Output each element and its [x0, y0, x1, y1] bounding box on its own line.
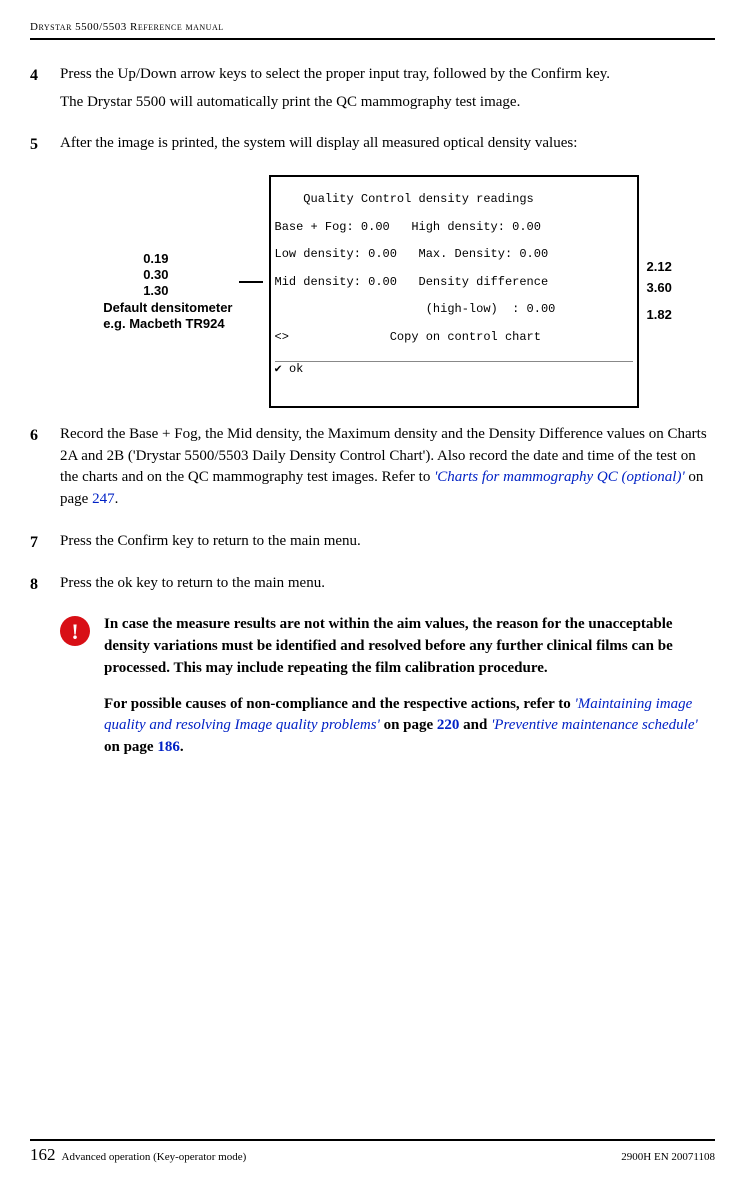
step-text: After the image is printed, the system w… [60, 133, 715, 155]
step-number: 5 [30, 133, 60, 161]
text-run: on page [380, 717, 437, 733]
text-run: on page [104, 739, 157, 755]
right-annotation: 2.12 3.60 1.82 [647, 257, 672, 325]
left-annotation: 0.19 0.30 1.30 Default densitometer e.g.… [103, 251, 232, 332]
page-ref-link[interactable]: 247 [92, 491, 115, 507]
warning-paragraph: For possible causes of non-compliance an… [104, 694, 715, 759]
lcd-row: Mid density: 0.00 Density difference [275, 276, 633, 290]
step-text: Press the ok key to return to the main m… [60, 573, 715, 595]
step-7: 7 Press the Confirm key to return to the… [30, 531, 715, 559]
step-text: Press the Confirm key to return to the m… [60, 531, 715, 553]
footer-right-text: 2900H EN 20071108 [621, 1150, 715, 1166]
annot-label: Default densitometer [103, 300, 232, 316]
warning-paragraph: In case the measure results are not with… [104, 614, 715, 679]
annot-value: 1.82 [647, 305, 672, 326]
lcd-row: <> Copy on control chart [275, 331, 633, 345]
step-8: 8 Press the ok key to return to the main… [30, 573, 715, 601]
header-rule [30, 38, 715, 40]
warning-block: ! In case the measure results are not wi… [60, 614, 715, 759]
warning-icon: ! [60, 616, 90, 646]
step-6: 6 Record the Base + Fog, the Mid density… [30, 424, 715, 517]
lcd-row: Low density: 0.00 Max. Density: 0.00 [275, 248, 633, 262]
annot-value: 0.30 [143, 267, 232, 283]
step-number: 6 [30, 424, 60, 517]
step-5: 5 After the image is printed, the system… [30, 133, 715, 161]
step-body: Record the Base + Fog, the Mid density, … [60, 424, 715, 517]
step-number: 7 [30, 531, 60, 559]
page-footer: 162 Advanced operation (Key-operator mod… [30, 1139, 715, 1168]
leader-line-icon [239, 281, 263, 283]
lcd-title: Quality Control density readings [275, 193, 633, 207]
warning-text: In case the measure results are not with… [104, 614, 715, 759]
text-run: For possible causes of non-compliance an… [104, 696, 575, 712]
annot-value: 3.60 [647, 278, 672, 299]
step-body: Press the ok key to return to the main m… [60, 573, 715, 601]
lcd-ok-label: ok [289, 362, 303, 376]
annot-label: e.g. Macbeth TR924 [103, 316, 232, 332]
cross-ref-link[interactable]: 'Preventive maintenance schedule' [491, 717, 698, 733]
page-ref-link[interactable]: 220 [437, 717, 460, 733]
lcd-figure: 0.19 0.30 1.30 Default densitometer e.g.… [60, 175, 715, 408]
annot-value: 2.12 [647, 257, 672, 278]
step-4: 4 Press the Up/Down arrow keys to select… [30, 64, 715, 120]
step-body: Press the Up/Down arrow keys to select t… [60, 64, 715, 120]
lcd-row: (high-low) : 0.00 [275, 303, 633, 317]
page-ref-link[interactable]: 186 [157, 739, 180, 755]
step-text: Record the Base + Fog, the Mid density, … [60, 424, 715, 511]
footer-rule [30, 1139, 715, 1141]
check-icon: ✔ [275, 363, 282, 377]
lcd-row: Base + Fog: 0.00 High density: 0.00 [275, 221, 633, 235]
step-text: Press the Up/Down arrow keys to select t… [60, 64, 715, 86]
running-header: Drystar 5500/5503 Reference manual [30, 20, 715, 38]
lcd-ok-row: ✔ ok [275, 361, 633, 377]
step-number: 4 [30, 64, 60, 120]
footer-left-text: Advanced operation (Key-operator mode) [62, 1150, 622, 1166]
step-body: After the image is printed, the system w… [60, 133, 715, 161]
text-run: . [180, 739, 184, 755]
annot-value: 0.19 [143, 251, 232, 267]
step-body: Press the Confirm key to return to the m… [60, 531, 715, 559]
text-run: . [115, 491, 119, 507]
page-number: 162 [30, 1143, 56, 1168]
annot-value: 1.30 [143, 283, 232, 299]
cross-ref-link[interactable]: 'Charts for mammography QC (optional)' [434, 469, 685, 485]
lcd-screen: Quality Control density readings Base + … [269, 175, 639, 408]
text-run: and [459, 717, 491, 733]
step-number: 8 [30, 573, 60, 601]
step-subtext: The Drystar 5500 will automatically prin… [60, 92, 715, 114]
